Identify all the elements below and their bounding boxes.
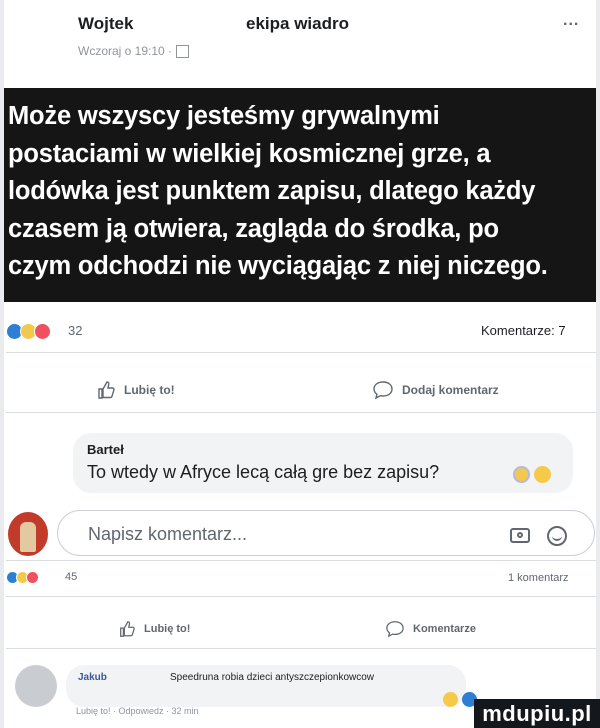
avatar[interactable] — [8, 512, 48, 556]
comment-actions-2[interactable]: Lubię to! · Odpowiedz · 32 min — [76, 706, 199, 716]
post-text-line: postaciami w wielkiej kosmicznej grze, a — [8, 139, 491, 168]
divider — [6, 596, 596, 597]
reactions-summary[interactable] — [6, 323, 51, 340]
like-label: Lubię to! — [124, 383, 175, 397]
audience-icon — [176, 44, 190, 58]
emoji-icon[interactable] — [547, 526, 567, 546]
comment-label: Komentarze — [413, 623, 476, 635]
post-text-line: lodówka jest punktem zapisu, dlatego każ… — [8, 177, 536, 205]
more-options-button[interactable]: ... — [563, 12, 579, 30]
laughing-emoji-icon — [443, 692, 458, 707]
thumbs-up-icon — [98, 381, 115, 399]
comment-input-placeholder: Napisz komentarz... — [88, 524, 248, 544]
comment-icon — [373, 381, 393, 400]
add-comment-button[interactable]: Dodaj komentarz — [372, 380, 499, 400]
comment-icon — [386, 621, 404, 638]
post-timestamp[interactable]: Wczoraj o 19:10 · — [78, 44, 172, 58]
comment-text: To wtedy w Afryce lecą całą gre bez zapi… — [87, 462, 440, 482]
comment-author-2[interactable]: Jakub — [78, 672, 107, 683]
reaction-count[interactable]: 32 — [68, 323, 82, 338]
post-group[interactable]: ekipa wiadro — [246, 14, 349, 34]
post-text-line: czym odchodzi nie wyciągając z niej nicz… — [8, 252, 548, 280]
like-button[interactable]: Lubię to! — [96, 380, 175, 400]
comments-button-2[interactable]: Komentarze — [385, 620, 476, 638]
reaction-count-2[interactable]: 45 — [65, 571, 77, 583]
comments-count-2[interactable]: 1 komentarz — [508, 572, 569, 584]
love-reaction-icon — [26, 571, 39, 584]
sweat-emoji-icon — [513, 466, 530, 483]
reactions-summary-2[interactable] — [6, 571, 39, 584]
laughing-emoji-icon — [534, 466, 551, 483]
love-reaction-icon — [34, 323, 51, 340]
like-label: Lubię to! — [144, 623, 191, 635]
thumbs-up-icon — [120, 621, 135, 637]
comments-count[interactable]: Komentarze: 7 — [481, 323, 566, 338]
post-text-line: Może wszyscy jesteśmy grywalnymi — [8, 102, 440, 130]
comment-text-2: Speedruna robia dzieci antyszczepionkowc… — [170, 672, 375, 683]
post-meta: Wczoraj o 19:10 · — [78, 44, 190, 58]
comment-author[interactable]: Barteł — [87, 442, 124, 457]
divider — [6, 560, 596, 561]
comment-label: Dodaj komentarz — [402, 383, 499, 397]
watermark: mdupiu.pl — [474, 699, 600, 728]
avatar[interactable] — [15, 665, 57, 707]
divider — [6, 352, 596, 353]
post-author[interactable]: Wojtek — [78, 14, 133, 34]
comment-emojis — [513, 466, 551, 483]
right-border — [596, 0, 600, 728]
like-button-2[interactable]: Lubię to! — [118, 620, 190, 638]
comment-emojis-2 — [443, 692, 477, 707]
divider — [6, 412, 596, 413]
camera-icon[interactable] — [510, 528, 530, 543]
divider — [6, 648, 596, 649]
post-text: Może wszyscy jesteśmy grywalnymi postaci… — [4, 88, 596, 302]
post-text-line: czasem ją otwiera, zagląda do środka, po — [8, 214, 499, 243]
